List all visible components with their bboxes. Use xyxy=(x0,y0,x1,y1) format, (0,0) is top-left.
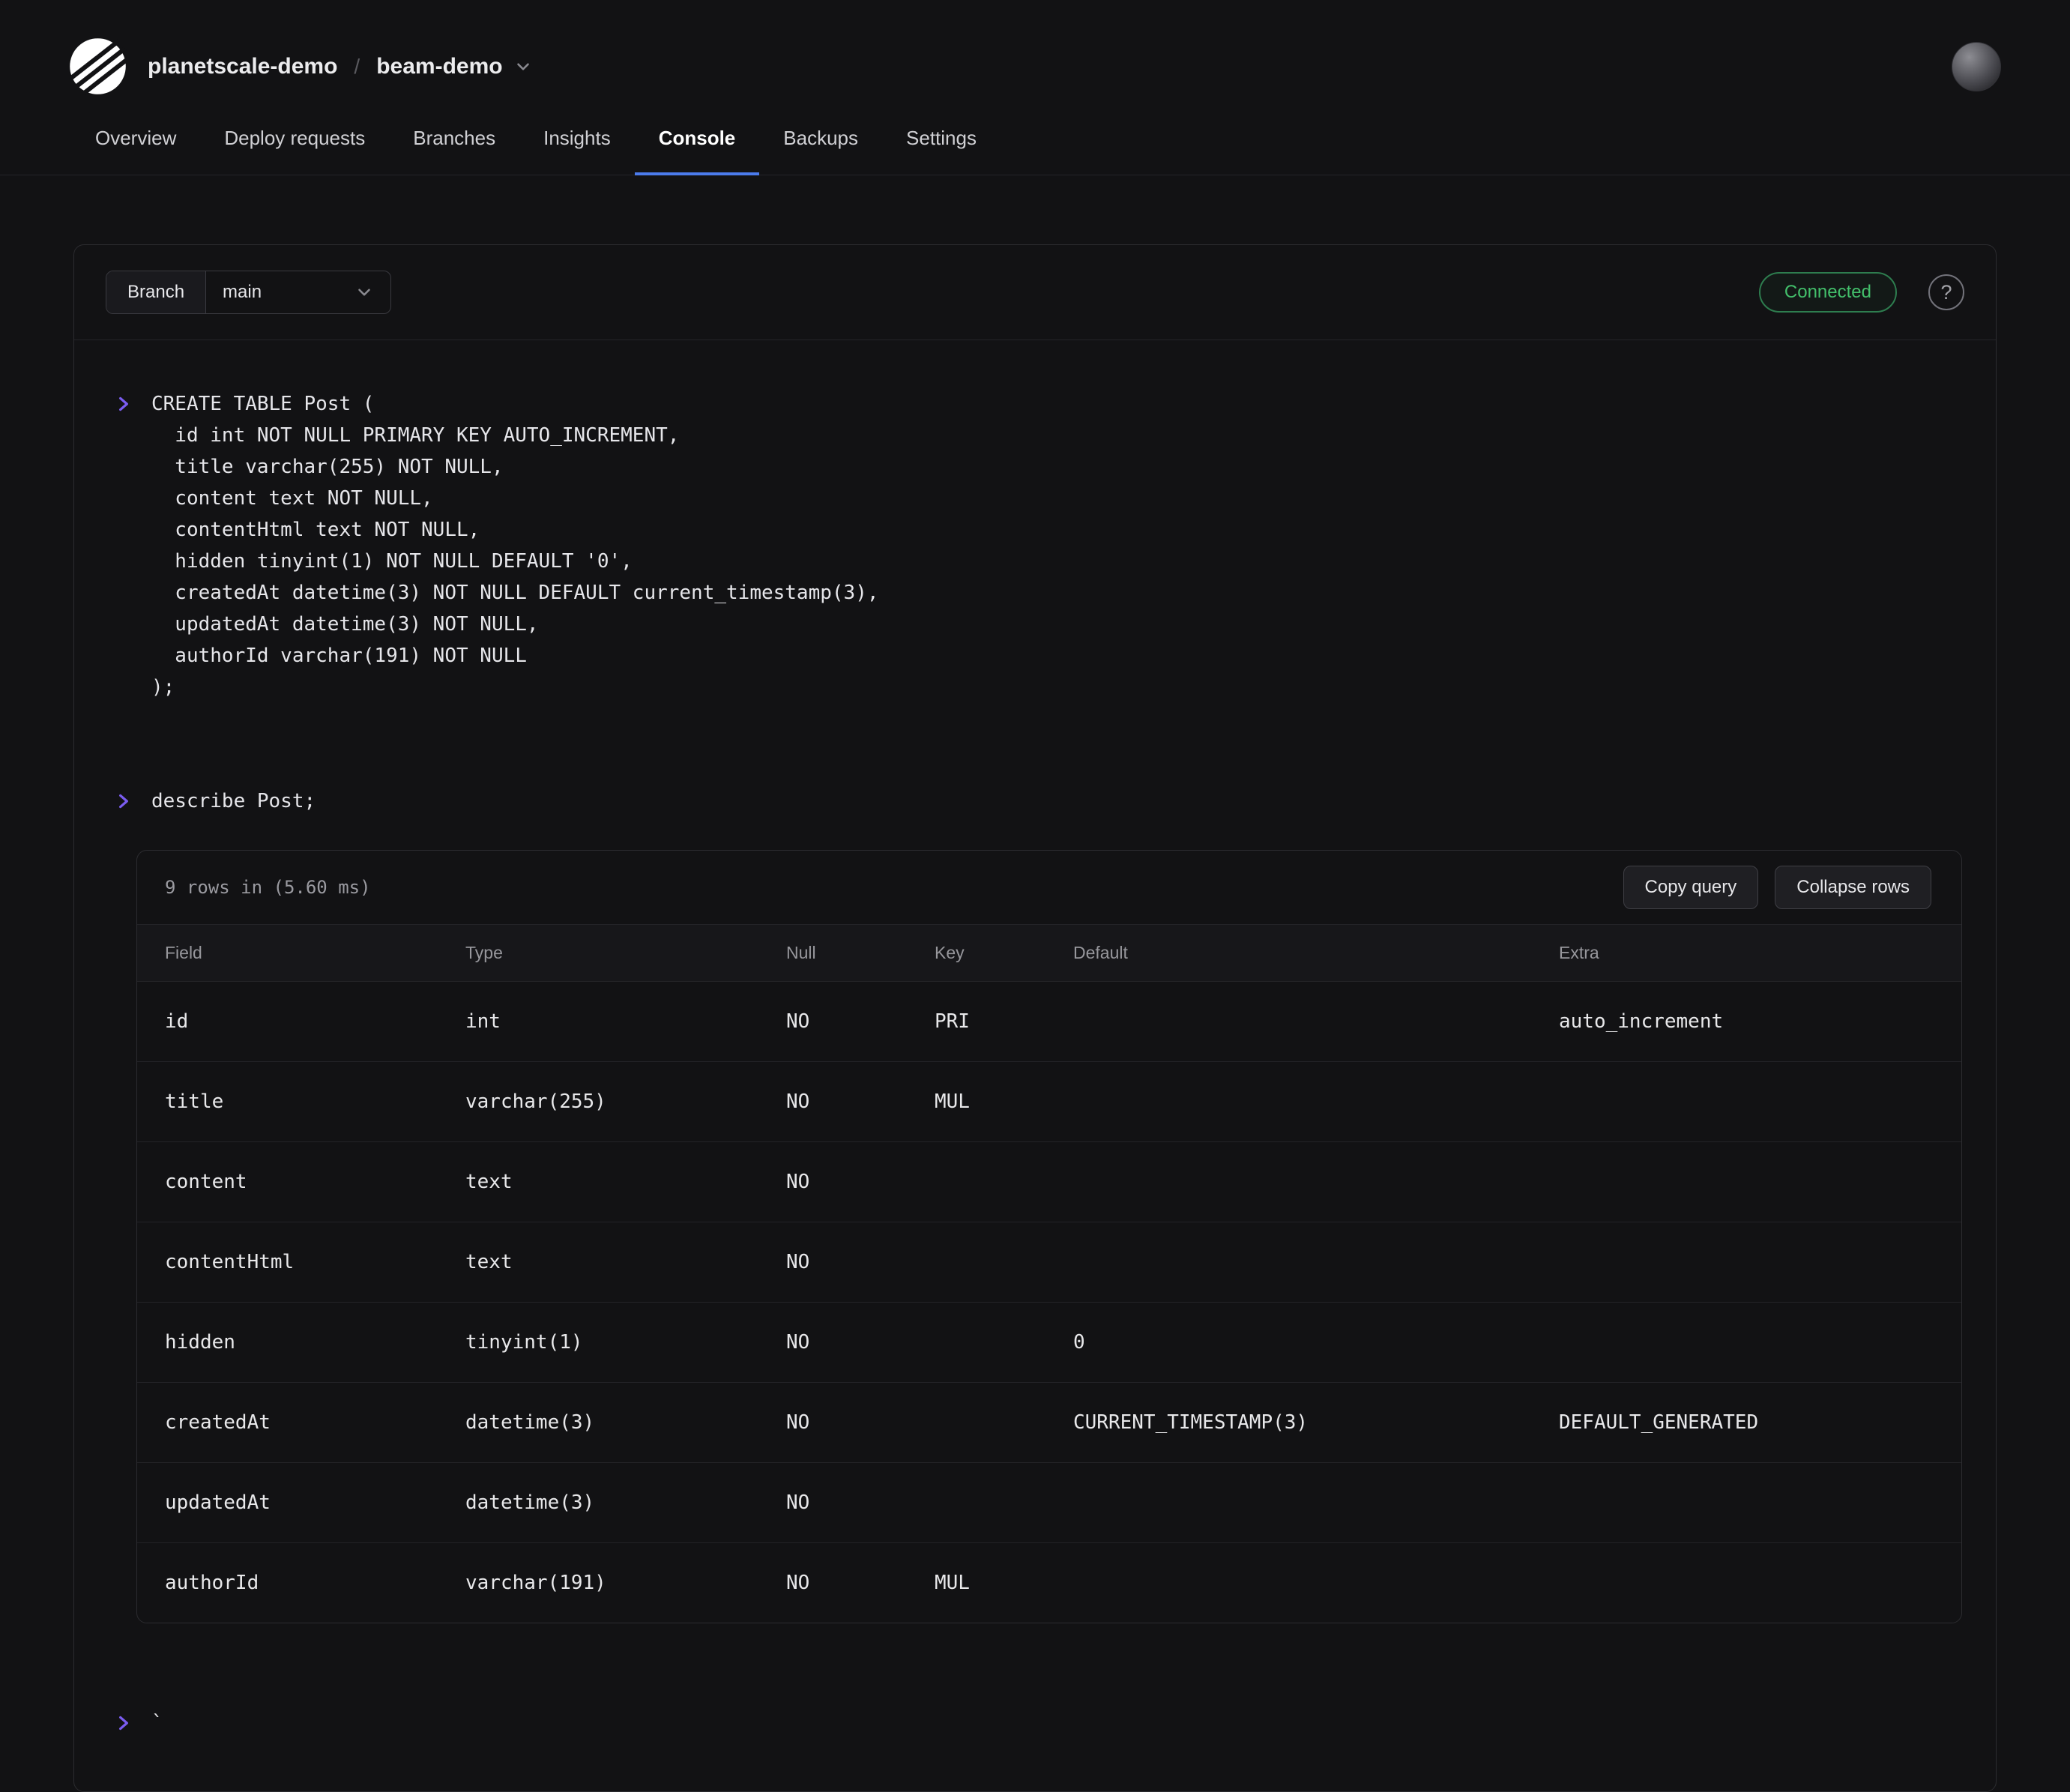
cell-type: varchar(191) xyxy=(465,1572,606,1594)
cell-field: title xyxy=(165,1090,224,1113)
cell-extra: DEFAULT_GENERATED xyxy=(1559,1411,1759,1434)
cell-null: NO xyxy=(786,1251,810,1273)
breadcrumb: planetscale-demo / beam-demo xyxy=(148,54,533,79)
cell-key: MUL xyxy=(935,1090,970,1113)
cell-field: hidden xyxy=(165,1331,235,1354)
column-header-type: Type xyxy=(465,943,503,962)
cell-default: CURRENT_TIMESTAMP(3) xyxy=(1073,1411,1309,1434)
cell-type: text xyxy=(465,1251,513,1273)
breadcrumb-project: beam-demo xyxy=(376,53,503,79)
table-header-row: Field Type Null Key Default Extra xyxy=(137,924,1961,981)
cell-type: datetime(3) xyxy=(465,1411,595,1434)
tab-insights[interactable]: Insights xyxy=(519,127,635,175)
tab-branches[interactable]: Branches xyxy=(389,127,519,175)
column-header-extra: Extra xyxy=(1559,943,1599,962)
app-header: planetscale-demo / beam-demo xyxy=(0,0,2070,95)
console-panel: Branch main Connected ? CREATE TABLE Pos… xyxy=(73,244,1997,1792)
table-row: createdAt datetime(3) NO CURRENT_TIMESTA… xyxy=(137,1382,1961,1462)
result-summary: 9 rows in (5.60 ms) xyxy=(165,877,371,898)
cell-type: varchar(255) xyxy=(465,1090,606,1113)
tab-deploy-requests[interactable]: Deploy requests xyxy=(200,127,389,175)
branch-label: Branch xyxy=(106,271,207,313)
console-input-text[interactable]: ` xyxy=(151,1707,163,1739)
branch-selector: Branch main xyxy=(106,271,392,314)
table-row: id int NO PRI auto_increment xyxy=(137,981,1961,1061)
copy-query-button[interactable]: Copy query xyxy=(1623,866,1759,909)
tab-backups[interactable]: Backups xyxy=(759,127,882,175)
cell-field: updatedAt xyxy=(165,1491,271,1514)
chevron-down-icon xyxy=(516,62,529,70)
collapse-rows-button[interactable]: Collapse rows xyxy=(1775,866,1931,909)
breadcrumb-separator: / xyxy=(354,54,360,78)
table-row: hidden tinyint(1) NO 0 xyxy=(137,1302,1961,1382)
cell-null: NO xyxy=(786,1010,810,1033)
breadcrumb-org[interactable]: planetscale-demo xyxy=(148,54,337,79)
table-row: content text NO xyxy=(137,1141,1961,1222)
cell-default: 0 xyxy=(1073,1331,1085,1354)
cell-type: text xyxy=(465,1171,513,1193)
cell-field: contentHtml xyxy=(165,1251,295,1273)
branch-current: main xyxy=(223,282,262,302)
prompt-chevron-icon xyxy=(119,1716,128,1731)
table-row: updatedAt datetime(3) NO xyxy=(137,1462,1961,1542)
console-toolbar: Branch main Connected ? xyxy=(74,245,1996,340)
cell-type: tinyint(1) xyxy=(465,1331,583,1354)
cell-type: datetime(3) xyxy=(465,1491,595,1514)
tab-console[interactable]: Console xyxy=(634,127,760,175)
cell-field: id xyxy=(165,1010,189,1033)
tab-overview[interactable]: Overview xyxy=(71,127,200,175)
cell-field: createdAt xyxy=(165,1411,271,1434)
cell-null: NO xyxy=(786,1572,810,1594)
chevron-down-icon xyxy=(358,289,370,296)
cell-null: NO xyxy=(786,1331,810,1354)
cell-null: NO xyxy=(786,1411,810,1434)
branch-dropdown[interactable]: main xyxy=(206,271,390,313)
table-row: contentHtml text NO xyxy=(137,1222,1961,1302)
column-header-null: Null xyxy=(786,943,816,962)
result-actions: Copy query Collapse rows xyxy=(1623,866,1931,909)
cell-field: authorId xyxy=(165,1572,259,1594)
console-input-line[interactable]: ` xyxy=(114,1707,1996,1739)
cell-key: MUL xyxy=(935,1572,970,1594)
cell-null: NO xyxy=(786,1171,810,1193)
cell-extra: auto_increment xyxy=(1559,1010,1724,1033)
executed-query: describe Post; xyxy=(114,785,1996,817)
cell-null: NO xyxy=(786,1491,810,1514)
table-row: authorId varchar(191) NO MUL xyxy=(137,1542,1961,1623)
main-nav: Overview Deploy requests Branches Insigh… xyxy=(0,95,2070,175)
console-output: CREATE TABLE Post ( id int NOT NULL PRIM… xyxy=(74,340,1996,1791)
cell-key: PRI xyxy=(935,1010,970,1033)
query-result: 9 rows in (5.60 ms) Copy query Collapse … xyxy=(136,850,1962,1623)
column-header-field: Field xyxy=(165,943,202,962)
help-icon[interactable]: ? xyxy=(1928,274,1964,310)
connection-status-badge: Connected xyxy=(1758,272,1897,313)
column-header-default: Default xyxy=(1073,943,1128,962)
prompt-chevron-icon xyxy=(119,396,128,411)
prompt-chevron-icon xyxy=(119,794,128,809)
table-row: title varchar(255) NO MUL xyxy=(137,1061,1961,1141)
tab-settings[interactable]: Settings xyxy=(882,127,1001,175)
cell-field: content xyxy=(165,1171,247,1193)
sql-statement: CREATE TABLE Post ( id int NOT NULL PRIM… xyxy=(151,393,879,699)
cell-null: NO xyxy=(786,1090,810,1113)
project-switcher[interactable]: beam-demo xyxy=(376,54,532,79)
column-header-key: Key xyxy=(935,943,965,962)
user-avatar[interactable] xyxy=(1952,41,2001,91)
executed-query: CREATE TABLE Post ( id int NOT NULL PRIM… xyxy=(114,388,1996,703)
result-header: 9 rows in (5.60 ms) Copy query Collapse … xyxy=(137,851,1961,924)
sql-statement: describe Post; xyxy=(151,790,316,812)
planetscale-logo-icon xyxy=(69,38,127,95)
toolbar-right: Connected ? xyxy=(1758,272,1964,313)
cell-type: int xyxy=(465,1010,501,1033)
